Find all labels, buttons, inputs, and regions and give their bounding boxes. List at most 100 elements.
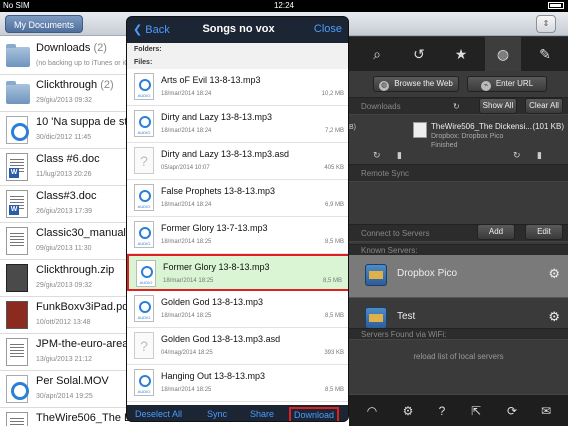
song-name: Former Glory 13-8-13.mp3: [163, 262, 270, 272]
songs-popover: ❮ Back Songs no vox Close Folders: Files…: [126, 16, 349, 422]
refresh-icon[interactable]: ↻: [453, 98, 460, 116]
sync-icon[interactable]: ⟳: [495, 395, 529, 426]
side-panel: ⇕ ⌕ ↺ ★ ◍ ✎ ◍ Browse the Web ⌁ Enter URL D…: [349, 12, 568, 426]
star-icon[interactable]: ★: [443, 37, 479, 71]
show-all-button[interactable]: Show All: [479, 98, 517, 114]
files-label: Files:: [127, 56, 348, 69]
song-name: Former Glory 13-7-13.mp3: [161, 223, 268, 233]
file-name: Class#3.doc: [36, 190, 97, 202]
song-row[interactable]: AUDIO Dirty and Lazy 13-8-13.mp3 18/mar/20…: [127, 106, 348, 143]
song-date: 18/mar/2014 18:25: [161, 313, 212, 319]
file-subtitle: 13/giu/2013 21:12: [36, 356, 93, 363]
sync-button[interactable]: Sync: [207, 409, 227, 419]
share-icon[interactable]: ⇱: [459, 395, 493, 426]
word-doc-icon: W: [6, 153, 28, 181]
file-subtitle: 10/ott/2012 13:48: [36, 319, 91, 326]
song-row[interactable]: AUDIO Golden God 13-8-13.mp3 18/mar/2014 1…: [127, 291, 348, 328]
edit-servers-button[interactable]: Edit: [525, 224, 563, 240]
add-server-button[interactable]: Add: [477, 224, 515, 240]
my-documents-button[interactable]: My Documents: [5, 15, 84, 33]
download-item[interactable]: B) TheWire506_The Dickensi... (101 KB) D…: [349, 116, 568, 164]
gear-icon[interactable]: ⚙: [548, 309, 560, 325]
song-size: 8,5 MB: [324, 239, 344, 245]
file-subtitle: 30/dic/2012 11:45: [36, 134, 92, 141]
remote-sync-header: Remote Sync: [349, 164, 568, 182]
song-date: 18/mar/2014 18:24: [161, 202, 212, 208]
download-button[interactable]: Download: [289, 407, 340, 421]
file-name: Class #6.doc: [36, 153, 100, 165]
song-row[interactable]: AUDIO Hanging Out 13-8-13.mp3 18/mar/2014 …: [127, 365, 348, 402]
trash-icon[interactable]: ▮: [397, 150, 402, 161]
retry-icon[interactable]: ↻: [373, 150, 381, 161]
file-subtitle: 09/giu/2013 11:30: [36, 245, 92, 252]
email-icon[interactable]: ✉: [529, 395, 563, 426]
file-subtitle: 11/lug/2013 20:26: [36, 171, 92, 178]
song-row[interactable]: ? Dirty and Lazy 13-8-13.mp3.asd 05/apr/20…: [127, 143, 348, 180]
trash-icon[interactable]: ▮: [537, 150, 542, 161]
download-title: TheWire506_The Dickensi...: [431, 122, 532, 131]
document-icon: [6, 412, 28, 426]
deselect-all-button[interactable]: Deselect All: [135, 409, 182, 419]
file-subtitle: 29/giu/2013 09:32: [36, 97, 93, 104]
audio-file-icon: AUDIO: [134, 295, 154, 322]
song-date: 18/mar/2014 18:25: [161, 239, 212, 245]
browse-web-button[interactable]: ◍ Browse the Web: [373, 76, 459, 92]
file-name: JPM-the-euro-area-a: [36, 338, 139, 350]
close-button[interactable]: Close: [314, 23, 342, 35]
song-name: Dirty and Lazy 13-8-13.mp3.asd: [161, 149, 290, 159]
globe-icon: ◍: [379, 81, 390, 91]
song-date: 18/mar/2014 18:24: [161, 128, 212, 134]
quicktime-icon: [6, 375, 29, 403]
retry-icon[interactable]: ↻: [513, 150, 521, 161]
song-row[interactable]: AUDIO Former Glory 13-8-13.mp3 18/mar/2014…: [127, 254, 348, 291]
clear-all-button[interactable]: Clear All: [525, 98, 563, 114]
server-row-dropbox-pico[interactable]: Dropbox Pico ⚙: [349, 255, 568, 297]
file-count: (2): [100, 79, 114, 91]
reload-local-servers-link[interactable]: reload list of local servers: [349, 352, 568, 361]
song-size: 7,2 MB: [324, 128, 344, 134]
download-source: Dropbox: Dropbox Pico: [431, 133, 504, 140]
song-row[interactable]: ? Golden God 13-8-13.mp3.asd 04/mag/2014 1…: [127, 328, 348, 365]
unknown-file-icon: ?: [134, 332, 154, 359]
popover-footer: Deselect All Sync Share Download: [127, 407, 348, 421]
file-name: Per Solal.MOV: [36, 375, 109, 387]
gear-icon[interactable]: ⚙: [548, 266, 560, 282]
audio-file-icon: AUDIO: [134, 221, 154, 248]
help-icon[interactable]: ?: [425, 395, 459, 426]
share-button[interactable]: Share: [250, 409, 274, 419]
search-icon[interactable]: ⌕: [359, 37, 395, 71]
document-icon: [6, 338, 28, 366]
song-size: 393 KB: [324, 350, 344, 356]
enter-url-button[interactable]: ⌁ Enter URL: [467, 76, 547, 92]
song-row[interactable]: AUDIO False Prophets 13-8-13.mp3 18/mar/20…: [127, 180, 348, 217]
song-size: 405 KB: [324, 165, 344, 171]
word-doc-icon: W: [6, 190, 28, 218]
song-row[interactable]: AUDIO Arts oF Evil 13-8-13.mp3 18/mar/2014…: [127, 69, 348, 106]
unknown-file-icon: ?: [134, 147, 154, 174]
tools-icon[interactable]: ✎: [527, 37, 563, 71]
wifi-servers-header: Servers Found via WiFi:: [349, 328, 568, 340]
gear-icon[interactable]: ⚙: [391, 395, 425, 426]
audio-badge: AUDIO: [137, 130, 151, 135]
song-size: 8,5 MB: [324, 387, 344, 393]
song-row[interactable]: AUDIO Former Glory 13-7-13.mp3 18/mar/2014…: [127, 217, 348, 254]
link-icon: ⌁: [480, 81, 491, 91]
file-name: Clickthrough.zip: [36, 264, 115, 276]
popover-header: ❮ Back Songs no vox Close: [127, 17, 348, 43]
wifi-icon[interactable]: ◠: [355, 395, 389, 426]
audio-badge: AUDIO: [137, 315, 151, 320]
quicktime-icon: [6, 116, 29, 144]
history-icon[interactable]: ↺: [401, 37, 437, 71]
song-name: False Prophets 13-8-13.mp3: [161, 186, 276, 196]
file-name: Downloads (2): [36, 42, 107, 54]
zip-icon: [6, 264, 28, 292]
song-date: 04/mag/2014 18:25: [161, 350, 213, 356]
clock: 12:24: [273, 1, 295, 10]
status-bar: No SIM 12:24: [0, 0, 568, 12]
sort-arrows-icon[interactable]: ⇕: [536, 15, 556, 33]
song-size: 8,5 MB: [322, 278, 342, 284]
song-date: 18/mar/2014 18:25: [161, 387, 212, 393]
globe-icon[interactable]: ◍: [485, 37, 521, 71]
file-subtitle: 26/giu/2013 17:39: [36, 208, 93, 215]
folder-icon: [6, 44, 30, 67]
